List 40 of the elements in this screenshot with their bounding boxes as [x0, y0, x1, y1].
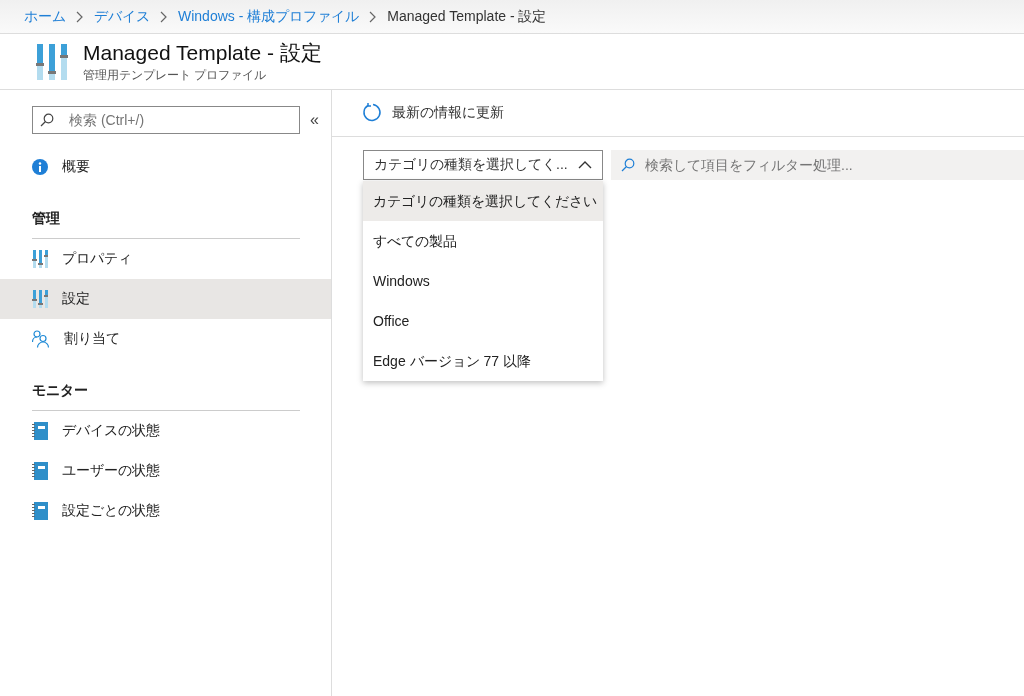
- current-page-label: Managed Template - 設定: [387, 7, 547, 26]
- search-icon: [621, 158, 635, 172]
- nav-item[interactable]: ユーザーの状態: [0, 451, 331, 491]
- caret-icon: [578, 161, 592, 169]
- section-heading: モニター: [32, 369, 300, 411]
- dropdown-option[interactable]: Edge バージョン 77 以降: [363, 341, 603, 381]
- nav-item[interactable]: 設定ごとの状態: [0, 491, 331, 531]
- notebook-icon: [32, 422, 48, 440]
- nav-item[interactable]: 概要: [0, 147, 331, 187]
- breadcrumb-link[interactable]: デバイス: [94, 7, 150, 26]
- breadcrumb-link[interactable]: ホーム: [24, 7, 66, 26]
- sliders-icon: [32, 250, 48, 268]
- notebook-icon: [32, 502, 48, 520]
- section-heading: 管理: [32, 197, 300, 239]
- info-icon: [32, 159, 48, 175]
- collapse-button[interactable]: «: [310, 111, 319, 129]
- chevron-icon: [369, 10, 378, 23]
- breadcrumb-link[interactable]: Windows - 構成プロファイル: [178, 7, 360, 26]
- dropdown-option[interactable]: Windows: [363, 261, 603, 301]
- chevron-icon: [160, 10, 168, 23]
- page-subtitle: 管理用テンプレート プロファイル: [83, 67, 268, 84]
- sliders-icon: [32, 290, 48, 308]
- search-field[interactable]: 検索 (Ctrl+/): [32, 106, 300, 134]
- people-icon: [32, 330, 50, 348]
- nav-item[interactable]: 割り当て: [0, 319, 331, 359]
- notebook-icon: [32, 462, 48, 480]
- sliders-icon: [35, 43, 69, 80]
- category-dropdown[interactable]: カテゴリの種類を選択してく...: [363, 150, 603, 180]
- refresh-icon: [362, 103, 382, 123]
- search-icon: [40, 113, 54, 127]
- refresh-button[interactable]: 最新の情報に更新: [362, 103, 504, 123]
- nav-item[interactable]: プロパティ: [0, 239, 331, 279]
- filter-field[interactable]: 検索して項目をフィルター処理...: [611, 150, 1024, 180]
- nav-item[interactable]: 設定: [0, 279, 331, 319]
- chevron-icon: [76, 10, 84, 23]
- dropdown-option[interactable]: Office: [363, 301, 603, 341]
- dropdown-option[interactable]: カテゴリの種類を選択してください: [363, 181, 603, 221]
- nav-item[interactable]: デバイスの状態: [0, 411, 331, 451]
- page-title: Managed Template - 設定: [83, 40, 322, 66]
- dropdown-option[interactable]: すべての製品: [363, 221, 603, 261]
